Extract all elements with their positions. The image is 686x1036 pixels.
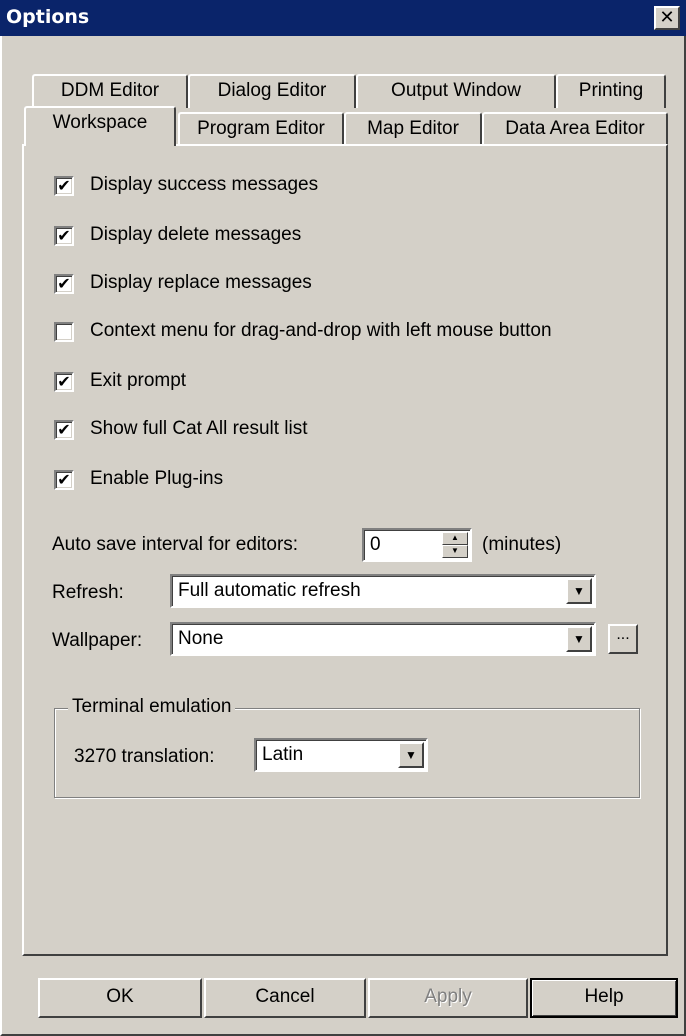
tab-dialog-editor[interactable]: Dialog Editor: [188, 74, 356, 108]
workspace-panel: [22, 144, 668, 956]
tab-data-area-editor[interactable]: Data Area Editor: [482, 112, 668, 146]
tab-workspace[interactable]: Workspace: [24, 106, 176, 146]
apply-button[interactable]: Apply: [368, 978, 528, 1018]
tab-program-editor[interactable]: Program Editor: [178, 112, 344, 146]
title-bar[interactable]: Options ✕: [0, 0, 686, 36]
ok-button[interactable]: OK: [38, 978, 202, 1018]
help-button[interactable]: Help: [530, 978, 678, 1018]
cancel-button[interactable]: Cancel: [204, 978, 366, 1018]
close-icon: ✕: [659, 7, 675, 28]
close-button[interactable]: ✕: [654, 6, 680, 30]
tab-ddm-editor[interactable]: DDM Editor: [32, 74, 188, 108]
tab-map-editor[interactable]: Map Editor: [344, 112, 482, 146]
tab-output-window[interactable]: Output Window: [356, 74, 556, 108]
window-title: Options: [6, 6, 90, 28]
tab-printing[interactable]: Printing: [556, 74, 666, 108]
